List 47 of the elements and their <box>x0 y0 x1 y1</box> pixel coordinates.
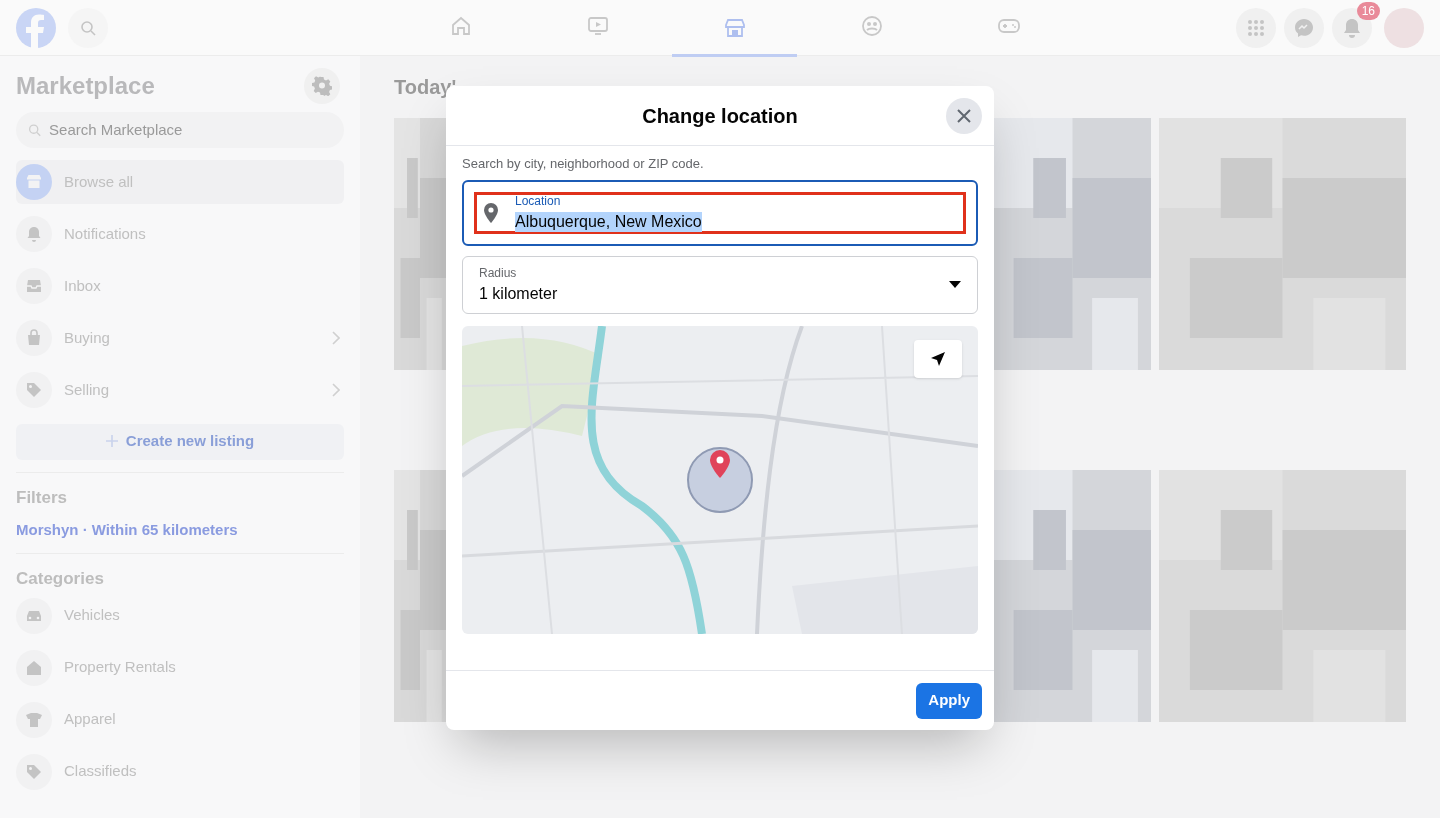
close-button[interactable] <box>946 98 982 134</box>
search-icon <box>80 19 96 36</box>
navigation-arrow-icon <box>930 350 946 367</box>
settings-icon <box>312 76 332 96</box>
plus-icon <box>105 435 118 448</box>
grid-icon <box>1247 18 1265 37</box>
radius-dropdown[interactable]: Radius 1 kilometer <box>462 255 978 314</box>
location-field[interactable]: Location Albuquerque, New Mexico <box>462 179 978 246</box>
notification-count-badge: 16 <box>1356 1 1380 20</box>
sidebar-item[interactable]: Buying <box>16 316 344 360</box>
category-item[interactable]: Apparel <box>16 699 344 740</box>
bell-icon <box>1343 17 1361 38</box>
field-value: Albuquerque, New Mexico <box>515 211 702 232</box>
search-input[interactable]: Search Marketplace <box>49 118 332 142</box>
search-field[interactable]: Search Marketplace <box>16 112 344 148</box>
search-icon <box>28 123 42 137</box>
profile-avatar[interactable] <box>1384 7 1424 48</box>
dialog-title: Change location <box>642 103 798 129</box>
messenger-button[interactable] <box>1284 7 1324 48</box>
apply-button[interactable]: Apply <box>916 682 982 719</box>
close-icon <box>956 108 972 124</box>
chat-icon <box>1294 17 1314 38</box>
category-item[interactable]: Vehicles <box>16 595 344 636</box>
categories-heading: Categories <box>16 568 105 590</box>
field-value: 1 kilometer <box>479 283 558 304</box>
filters-heading: Filters <box>16 487 69 509</box>
category-item[interactable]: Classifieds <box>16 751 344 792</box>
search-button[interactable] <box>68 7 108 48</box>
hint-text: Search by city, neighborhood or ZIP code. <box>462 155 705 173</box>
sidebar-title: Marketplace <box>16 71 155 101</box>
video-icon <box>585 14 610 38</box>
location-pin-icon <box>483 202 499 223</box>
settings-button[interactable] <box>304 68 340 104</box>
caret-down-icon <box>949 280 961 289</box>
field-label: Radius <box>479 264 518 282</box>
locate-button[interactable] <box>914 339 962 378</box>
category-item[interactable]: Property Rentals <box>16 647 344 688</box>
field-label: Location <box>515 193 562 208</box>
sidebar-item[interactable]: Selling <box>16 368 344 412</box>
facebook-logo-icon[interactable] <box>16 7 56 48</box>
create-listing-button[interactable]: Create new listing <box>16 424 344 460</box>
face-icon <box>859 14 884 38</box>
apps-button[interactable] <box>1236 7 1276 48</box>
section-heading: Today' <box>394 76 457 98</box>
location-filter-link[interactable]: Morshyn · Within 65 kilometers <box>16 518 344 541</box>
sidebar-item[interactable]: Notifications <box>16 212 344 256</box>
sidebar-item[interactable]: Inbox <box>16 264 344 308</box>
